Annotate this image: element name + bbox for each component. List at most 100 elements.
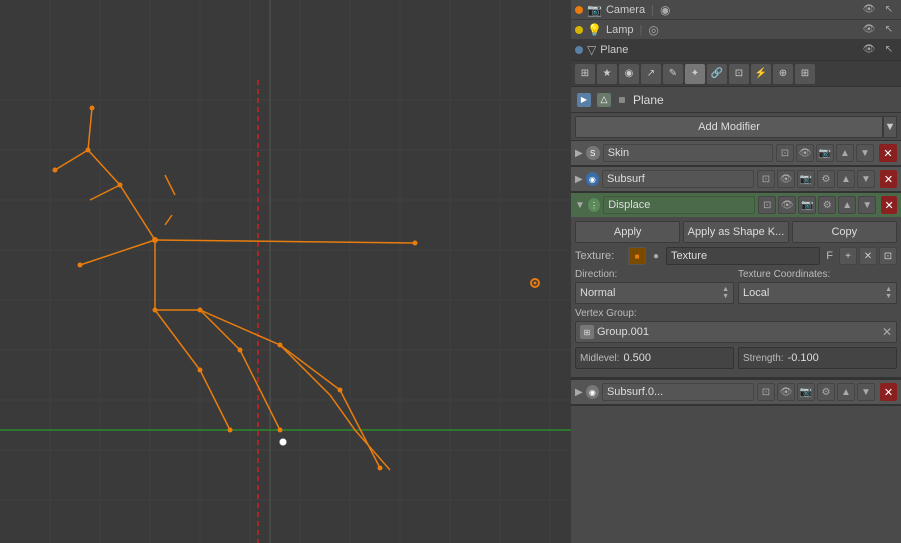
direction-group: Direction: Normal ▲▼ <box>575 269 734 304</box>
scene-item-lamp[interactable]: 💡 Lamp | ◎ 👁 ↖ <box>571 20 901 40</box>
direction-arrows: ▲▼ <box>722 286 729 300</box>
texture-name-value: Texture <box>671 250 707 262</box>
strength-field[interactable]: Strength: -0.100 <box>738 347 897 369</box>
subsurf-close-button[interactable]: ✕ <box>880 170 897 188</box>
texcoord-arrows: ▲▼ <box>885 286 892 300</box>
eye-icon-3[interactable]: 👁 <box>861 42 877 58</box>
separator2: | <box>639 24 642 36</box>
direction-label: Direction: <box>575 269 734 280</box>
texcoord-value: Local <box>743 287 769 299</box>
texture-swatch[interactable]: ■ <box>628 247 646 265</box>
toolbar-icon-3[interactable]: ◉ <box>619 64 639 84</box>
subsurf-up-icon[interactable]: ▲ <box>837 170 855 188</box>
texture-add-btn[interactable]: + <box>839 247 857 265</box>
scene-item-plane[interactable]: ▽ Plane 👁 ↖ <box>571 40 901 60</box>
subsurf-render-icon[interactable]: ⊡ <box>757 170 775 188</box>
subsurf-settings-icon[interactable]: ⚙ <box>817 170 835 188</box>
subsurf-bottom-close[interactable]: ✕ <box>880 383 897 401</box>
displace-down-icon[interactable]: ▼ <box>858 196 876 214</box>
direction-select[interactable]: Normal ▲▼ <box>575 282 734 304</box>
texcoord-group: Texture Coordinates: Local ▲▼ <box>738 269 897 304</box>
apply-button[interactable]: Apply <box>575 221 680 243</box>
cursor-icon-3[interactable]: ↖ <box>881 42 897 58</box>
right-panel: 📷 Camera | ◉ 👁 ↖ 💡 Lamp | ◎ 👁 ↖ ▽ Plane <box>571 0 901 543</box>
eye-icon-2[interactable]: 👁 <box>861 22 877 38</box>
vg-field[interactable]: ⊞ Group.001 ✕ <box>575 321 897 343</box>
viewport[interactable] <box>0 0 571 543</box>
modifier-subsurf: ▶ ◉ ⊡ 👁 📷 ⚙ ▲ ▼ ✕ <box>571 167 901 193</box>
modifier-subsurf-bottom: ▶ ◉ ⊡ 👁 📷 ⚙ ▲ ▼ ✕ <box>571 379 901 406</box>
num-row: Midlevel: 0.500 Strength: -0.100 <box>575 347 897 369</box>
eye-icon[interactable]: 👁 <box>861 2 877 18</box>
subsurf-down-icon[interactable]: ▼ <box>857 170 875 188</box>
lamp-extra-icon: ◎ <box>648 23 658 37</box>
toolbar-icon-11[interactable]: ⊞ <box>795 64 815 84</box>
toolbar-icon-5[interactable]: ✎ <box>663 64 683 84</box>
subsurf-collapse-icon[interactable]: ▶ <box>575 174 583 185</box>
copy-button[interactable]: Copy <box>792 221 897 243</box>
toolbar-icon-active[interactable]: ✦ <box>685 64 705 84</box>
cursor-icon[interactable]: ↖ <box>881 2 897 18</box>
skin-eye-icon[interactable]: 👁 <box>796 144 814 162</box>
add-modifier-label: Add Modifier <box>698 121 760 133</box>
subsurf-bottom-icon: ◉ <box>586 385 599 399</box>
toolbar-icon-7[interactable]: 🔗 <box>707 64 727 84</box>
toolbar-icon-2[interactable]: ★ <box>597 64 617 84</box>
subsurf-bottom-down[interactable]: ▼ <box>857 383 875 401</box>
displace-close-button[interactable]: ✕ <box>881 196 897 214</box>
mesh-icon: △ <box>597 93 611 107</box>
displace-name-field[interactable] <box>603 196 755 214</box>
subsurf-bottom-settings[interactable]: ⚙ <box>817 383 835 401</box>
skin-up-icon[interactable]: ▲ <box>836 144 854 162</box>
displace-settings-icon[interactable]: ⚙ <box>818 196 836 214</box>
skin-header: ▶ S ⊡ 👁 📷 ▲ ▼ ✕ <box>571 141 901 165</box>
toolbar-icon-10[interactable]: ⊕ <box>773 64 793 84</box>
strength-value: -0.100 <box>788 352 819 364</box>
subsurf-bottom-render[interactable]: ⊡ <box>757 383 775 401</box>
subsurf-eye-icon[interactable]: 👁 <box>777 170 795 188</box>
scene-item-camera[interactable]: 📷 Camera | ◉ 👁 ↖ <box>571 0 901 20</box>
subsurf-bottom-collapse[interactable]: ▶ <box>575 387 583 398</box>
lamp-dot <box>575 26 583 34</box>
displace-camera-icon[interactable]: 📷 <box>798 196 816 214</box>
toolbar-icon-8[interactable]: ⊡ <box>729 64 749 84</box>
toolbar-icon-9[interactable]: ⚡ <box>751 64 771 84</box>
add-modifier-button[interactable]: Add Modifier <box>575 116 883 138</box>
add-modifier-dropdown[interactable]: ▼ <box>883 116 897 138</box>
apply-shape-button[interactable]: Apply as Shape K... <box>683 221 788 243</box>
texcoord-select[interactable]: Local ▲▼ <box>738 282 897 304</box>
subsurf-bottom-eye[interactable]: 👁 <box>777 383 795 401</box>
displace-type-icon: ⋮ <box>588 198 600 212</box>
camera-dot <box>575 6 583 14</box>
plane-name: Plane <box>600 44 628 56</box>
apply-label: Apply <box>614 226 642 238</box>
skin-render-icon[interactable]: ⊡ <box>776 144 794 162</box>
texture-browse-btn[interactable]: ✕ <box>859 247 877 265</box>
skin-camera-icon[interactable]: 📷 <box>816 144 834 162</box>
cursor-icon-2[interactable]: ↖ <box>881 22 897 38</box>
vg-clear-button[interactable]: ✕ <box>882 325 892 339</box>
subsurf-bottom-header: ▶ ◉ ⊡ 👁 📷 ⚙ ▲ ▼ ✕ <box>571 380 901 404</box>
apply-shape-label: Apply as Shape K... <box>688 226 785 238</box>
displace-up-icon[interactable]: ▲ <box>838 196 856 214</box>
displace-render-icon[interactable]: ⊡ <box>758 196 776 214</box>
displace-collapse-icon[interactable]: ▼ <box>575 200 585 211</box>
toolbar-icon-4[interactable]: ↗ <box>641 64 661 84</box>
subsurf-name-field[interactable] <box>602 170 754 188</box>
texture-unlink-btn[interactable]: ⊡ <box>879 247 897 265</box>
skin-collapse-icon[interactable]: ▶ <box>575 148 583 159</box>
skin-down-icon[interactable]: ▼ <box>856 144 874 162</box>
toolbar-icon-1[interactable]: ⊞ <box>575 64 595 84</box>
subsurf-camera-icon[interactable]: 📷 <box>797 170 815 188</box>
skin-close-button[interactable]: ✕ <box>879 144 897 162</box>
subsurf-bottom-name[interactable] <box>602 383 754 401</box>
subsurf-bottom-camera[interactable]: 📷 <box>797 383 815 401</box>
subsurf-header: ▶ ◉ ⊡ 👁 📷 ⚙ ▲ ▼ ✕ <box>571 167 901 191</box>
displace-eye-icon[interactable]: 👁 <box>778 196 796 214</box>
vertex-group-row: Vertex Group: ⊞ Group.001 ✕ <box>575 308 897 343</box>
skin-name-field[interactable] <box>603 144 773 162</box>
texture-name-field[interactable]: Texture <box>666 247 820 265</box>
subsurf-bottom-up[interactable]: ▲ <box>837 383 855 401</box>
midlevel-field[interactable]: Midlevel: 0.500 <box>575 347 734 369</box>
camera-extra-icon: ◉ <box>660 3 670 17</box>
